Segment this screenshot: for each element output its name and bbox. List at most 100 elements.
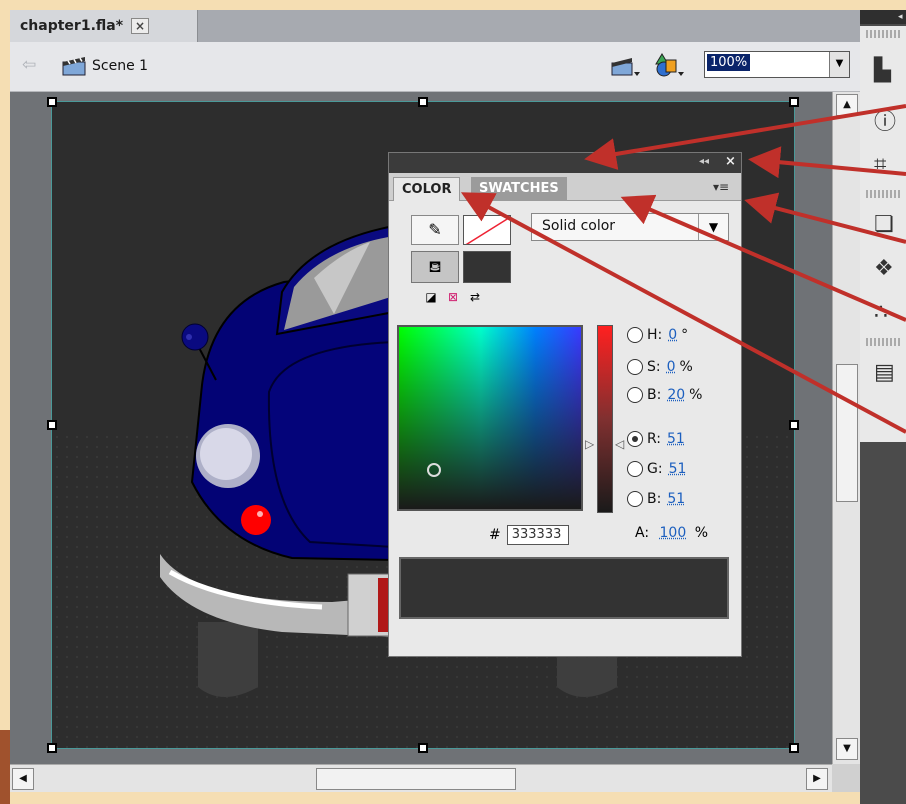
alpha-label: A: xyxy=(635,525,650,541)
red-radio[interactable] xyxy=(627,431,643,447)
fill-type-dropdown[interactable]: Solid color ▼ xyxy=(531,213,729,241)
color-preview-swatch xyxy=(399,557,729,619)
motion-presets-icon[interactable]: ∴ xyxy=(860,290,906,334)
fill-color-swatch[interactable] xyxy=(463,251,511,283)
no-color-icon[interactable]: ⊠ xyxy=(445,289,461,305)
horizontal-scroll-thumb[interactable] xyxy=(316,768,516,790)
vertical-scroll-thumb[interactable] xyxy=(836,364,858,502)
transform-handle[interactable] xyxy=(47,420,57,430)
panel-menu-icon[interactable]: ▾≡ xyxy=(713,180,729,194)
document-tab-bar: chapter1.fla* × xyxy=(10,10,860,42)
slider-left-arrow-icon[interactable]: ▷ xyxy=(585,437,594,451)
saturation-label: S: xyxy=(647,359,661,375)
hex-label: # xyxy=(489,527,501,543)
green-value[interactable]: 51 xyxy=(669,461,687,477)
transform-handle[interactable] xyxy=(418,743,428,753)
green-field[interactable]: G: 51 xyxy=(627,461,686,477)
saturation-value[interactable]: 0 xyxy=(667,359,676,375)
library-icon[interactable]: ▤ xyxy=(860,350,906,394)
vertical-scrollbar[interactable]: ▲ ▼ xyxy=(832,92,860,764)
transform-handle[interactable] xyxy=(789,97,799,107)
brightness-unit: % xyxy=(689,387,703,403)
hue-field[interactable]: H: 0 ° xyxy=(627,327,688,343)
hex-field: # 333333 xyxy=(489,525,569,545)
scrollbar-corner xyxy=(832,764,860,792)
color-spectrum[interactable] xyxy=(397,325,583,511)
actions-icon[interactable]: ❏ xyxy=(860,202,906,246)
alpha-unit: % xyxy=(694,525,709,541)
hex-input[interactable]: 333333 xyxy=(506,525,569,545)
document-tab-title: chapter1.fla* xyxy=(20,18,124,34)
dock-grip[interactable] xyxy=(866,338,900,346)
horizontal-scrollbar[interactable]: ◀ ▶ xyxy=(10,764,832,792)
desktop-edge xyxy=(0,730,10,804)
chevron-down-icon[interactable]: ▼ xyxy=(698,214,728,240)
saturation-radio[interactable] xyxy=(627,359,643,375)
saturation-field[interactable]: S: 0 % xyxy=(627,359,693,375)
dock-grip[interactable] xyxy=(866,30,900,38)
hue-value[interactable]: 0 xyxy=(668,327,677,343)
slider-right-arrow-icon[interactable]: ◁ xyxy=(615,437,624,451)
right-panel-dock: ◂ ▙ ⓘ ⌗ ❏ ❖ ∴ ▤ xyxy=(860,10,906,804)
color-panel: ◂◂ × COLOR SWATCHES ▾≡ ✎ ⛾ ◪ ⊠ ⇄ Solid c… xyxy=(388,152,742,657)
collapse-icon[interactable]: ◂◂ xyxy=(699,156,709,167)
transform-handle[interactable] xyxy=(47,743,57,753)
spectrum-cursor[interactable] xyxy=(427,463,441,477)
components-icon[interactable]: ❖ xyxy=(860,246,906,290)
blue-value[interactable]: 51 xyxy=(667,491,685,507)
hue-radio[interactable] xyxy=(627,327,643,343)
color-mini-tools: ◪ ⊠ ⇄ xyxy=(423,289,483,305)
panel-tab-row: COLOR SWATCHES ▾≡ xyxy=(389,173,741,201)
no-color-icon xyxy=(465,216,510,244)
info-icon[interactable]: ⓘ xyxy=(860,98,906,142)
document-tab[interactable]: chapter1.fla* × xyxy=(10,10,198,42)
tab-swatches[interactable]: SWATCHES xyxy=(471,177,567,201)
scroll-left-icon[interactable]: ◀ xyxy=(12,768,34,790)
blue-label: B: xyxy=(647,491,662,507)
edit-bar: ⇦ Scene 1 100% ▼ xyxy=(10,42,860,92)
alpha-field: A: 100 % xyxy=(635,525,708,541)
panel-title-bar[interactable]: ◂◂ × xyxy=(389,153,741,173)
paint-bucket-icon[interactable]: ⛾ xyxy=(411,251,459,283)
transform-handle[interactable] xyxy=(789,420,799,430)
brightness-field[interactable]: B: 20 % xyxy=(627,387,702,403)
edit-symbol-icon[interactable] xyxy=(654,52,684,78)
blue-field[interactable]: B: 51 xyxy=(627,491,685,507)
scroll-right-icon[interactable]: ▶ xyxy=(806,768,828,790)
stroke-color-swatch[interactable] xyxy=(463,215,511,245)
edit-scene-icon[interactable] xyxy=(610,54,640,78)
green-radio[interactable] xyxy=(627,461,643,477)
dock-grip[interactable] xyxy=(866,190,900,198)
scroll-down-icon[interactable]: ▼ xyxy=(836,738,858,760)
swap-colors-icon[interactable]: ⇄ xyxy=(467,289,483,305)
scene-label: Scene 1 xyxy=(92,58,149,74)
dock-collapse-icon[interactable]: ◂ xyxy=(860,10,906,24)
brightness-radio[interactable] xyxy=(627,387,643,403)
hue-unit: ° xyxy=(681,327,689,343)
tab-color[interactable]: COLOR xyxy=(393,177,461,201)
clapperboard-icon xyxy=(62,57,86,76)
transform-handle[interactable] xyxy=(47,97,57,107)
pencil-icon[interactable]: ✎ xyxy=(411,215,459,245)
arrow-left-icon[interactable]: ⇦ xyxy=(22,55,36,75)
red-value[interactable]: 51 xyxy=(667,431,685,447)
saturation-unit: % xyxy=(679,359,693,375)
transform-handle[interactable] xyxy=(418,97,428,107)
brightness-value[interactable]: 20 xyxy=(667,387,685,403)
zoom-value: 100% xyxy=(707,54,751,71)
brightness-label: B: xyxy=(647,387,662,403)
zoom-combobox[interactable]: 100% ▼ xyxy=(704,51,850,78)
black-white-icon[interactable]: ◪ xyxy=(423,289,439,305)
align-icon[interactable]: ▙ xyxy=(860,42,906,98)
transform-icon[interactable]: ⌗ xyxy=(860,142,906,186)
red-field[interactable]: R: 51 xyxy=(627,431,685,447)
close-icon[interactable]: × xyxy=(725,154,736,169)
chevron-down-icon[interactable]: ▼ xyxy=(829,52,849,77)
scroll-up-icon[interactable]: ▲ xyxy=(836,94,858,116)
close-icon[interactable]: × xyxy=(131,18,150,34)
brightness-slider[interactable] xyxy=(597,325,613,513)
blue-radio[interactable] xyxy=(627,491,643,507)
red-label: R: xyxy=(647,431,662,447)
alpha-value[interactable]: 100 xyxy=(660,525,687,541)
transform-handle[interactable] xyxy=(789,743,799,753)
